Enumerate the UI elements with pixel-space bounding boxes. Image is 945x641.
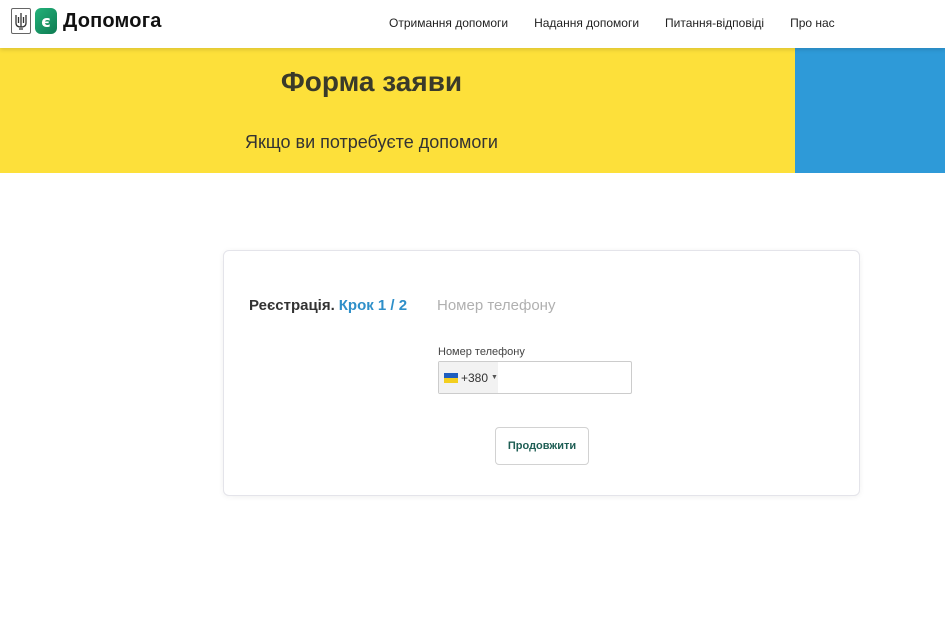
country-dial-code: +380 — [461, 370, 489, 385]
e-logo-icon: є — [35, 8, 57, 34]
trident-icon — [11, 8, 31, 34]
nav-about[interactable]: Про нас — [790, 16, 835, 30]
step-count: Крок 1 / 2 — [338, 297, 408, 314]
caret-down-icon: ▼ — [491, 374, 498, 381]
step-name: Номер телефону — [437, 297, 556, 314]
nav-get-help[interactable]: Отримання допомоги — [389, 16, 508, 30]
phone-input-group: +380 ▼ — [438, 361, 659, 394]
page-title: Форма заяви — [280, 66, 463, 97]
ukraine-flag-icon — [444, 372, 458, 383]
hero-banner-blue — [795, 48, 945, 173]
nav-faq[interactable]: Питання-відповіді — [665, 16, 764, 30]
page-subtitle: Якщо ви потребуєте допомоги — [245, 132, 498, 152]
site-header: є Допомога Отримання допомоги Надання до… — [0, 0, 945, 48]
brand-name: Допомога — [63, 9, 162, 32]
nav-give-help[interactable]: Надання допомоги — [534, 16, 639, 30]
country-code-dropdown[interactable]: +380 ▼ — [439, 362, 498, 393]
brand[interactable]: є Допомога — [11, 8, 162, 34]
main-nav: Отримання допомоги Надання допомоги Пита… — [389, 16, 835, 30]
phone-number-input[interactable] — [497, 362, 659, 393]
phone-label: Номер телефону — [438, 346, 525, 358]
step-heading: Реєстрація. Крок 1 / 2 — [249, 297, 407, 314]
continue-button[interactable]: Продовжити — [495, 427, 589, 465]
registration-card: Реєстрація. Крок 1 / 2 Номер телефону Ном… — [223, 250, 860, 496]
step-label: Реєстрація. — [249, 297, 335, 314]
